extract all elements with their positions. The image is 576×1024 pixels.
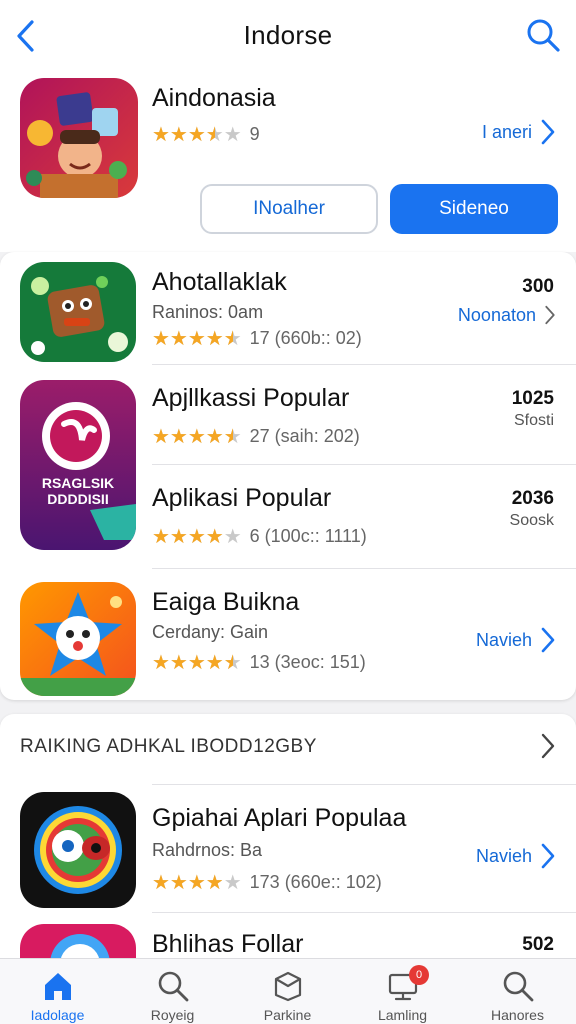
app-link-label: Navieh	[475, 629, 532, 650]
app-link-label: Navieh	[475, 845, 532, 866]
section-title[interactable]: RAIKING ADHKAL IBODD12GBY	[20, 736, 317, 758]
featured-link[interactable]: I aneri	[482, 118, 556, 146]
tab-label: Parkine	[263, 1007, 312, 1023]
app-name: Eaiga Buikna	[152, 588, 300, 616]
tab-box[interactable]: Parkine	[230, 959, 345, 1024]
primary-button[interactable]: Sideneo	[390, 184, 558, 234]
app-price-sub: Sfosti	[513, 412, 554, 429]
rating-count: 13 (3eoc: 151)	[249, 652, 366, 672]
app-name: Ahotallaklak	[152, 268, 287, 296]
chevron-right-icon	[545, 305, 555, 325]
notification-badge: 0	[409, 965, 429, 985]
star-rating: ★★★★★★★★★★	[152, 871, 242, 894]
app-price: 502	[522, 934, 554, 955]
chevron-right-icon	[541, 843, 555, 869]
secondary-button[interactable]: INoalher	[200, 184, 378, 234]
app-name: Gpiahai Aplari Populaa	[152, 804, 407, 832]
app-price: 1025	[511, 388, 554, 409]
star-rating: ★★★★★★★★★★	[152, 123, 242, 146]
tab-label: Lamling	[377, 1007, 428, 1023]
tab-home[interactable]: Iadolage	[0, 959, 115, 1024]
box-icon	[274, 971, 301, 1002]
app-name: Apjllkassi Popular	[152, 384, 350, 412]
chevron-right-icon	[541, 627, 555, 653]
tab-label: Royeig	[150, 1007, 195, 1023]
rating-count: 27 (saih: 202)	[249, 426, 360, 446]
home-icon	[44, 973, 71, 1000]
chevron-right-icon[interactable]	[540, 732, 556, 760]
star-rating: ★★★★★★★★★★	[152, 425, 242, 448]
rating-count: 17 (660b:: 02)	[249, 328, 362, 348]
list-item[interactable]: Eaiga Buikna Cerdany: Gain ★★★★★★★★★★ 13…	[0, 568, 576, 698]
app-subtitle: Raninos: 0am	[152, 302, 264, 322]
app-rating: ★★★★★★★★★★ 27 (saih: 202)	[152, 426, 360, 447]
app-subtitle: Rahdrnos: Ba	[152, 840, 263, 860]
rating-count: 6 (100c:: 1111)	[249, 526, 367, 546]
app-icon	[20, 262, 136, 362]
app-link[interactable]: Navieh	[476, 842, 556, 870]
app-price: 300	[522, 276, 554, 297]
divider	[152, 784, 576, 785]
star-rating: ★★★★★★★★★★	[152, 525, 242, 548]
featured-app-icon[interactable]	[20, 78, 138, 198]
app-link[interactable]: Navieh	[476, 626, 556, 654]
app-link[interactable]: Noonaton	[458, 304, 556, 326]
app-name: Bhlihas Follar	[152, 930, 304, 958]
star-rating: ★★★★★★★★★★	[152, 651, 242, 674]
list-item[interactable]: Aplikasi Popular ★★★★★★★★★★ 6 (100c:: 11…	[0, 464, 576, 568]
featured-link-label: I aneri	[481, 121, 532, 142]
list-item[interactable]: Ahotallaklak Raninos: 0am ★★★★★★★★★★ 17 …	[0, 252, 576, 364]
app-subtitle: Cerdany: Gain	[152, 622, 269, 642]
chevron-right-icon	[541, 119, 555, 145]
app-list-card: Ahotallaklak Raninos: 0am ★★★★★★★★★★ 17 …	[0, 252, 576, 700]
featured-rating: ★★★★★★★★★★ 9	[152, 124, 260, 145]
app-price: 2036	[511, 488, 554, 509]
app-rating: ★★★★★★★★★★ 13 (3eoc: 151)	[152, 652, 366, 673]
page-title: Indorse	[243, 20, 333, 50]
app-link-label: Noonaton	[457, 304, 536, 325]
app-icon	[20, 792, 136, 908]
navigation-bar: Indorse	[0, 0, 576, 72]
tab-bar: Iadolage Royeig Parkine 0 Lamling Hanore…	[0, 958, 576, 1024]
tab-search-alt[interactable]: Hanores	[460, 959, 575, 1024]
app-price-sub: Soosk	[509, 512, 554, 529]
tab-label: Iadolage	[30, 1007, 85, 1023]
app-rating: ★★★★★★★★★★ 17 (660b:: 02)	[152, 328, 362, 349]
app-rating: ★★★★★★★★★★ 6 (100c:: 1111)	[152, 526, 367, 547]
featured-app: Aindonasia ★★★★★★★★★★ 9 I aneri INoalher…	[0, 72, 576, 252]
list-item[interactable]: Gpiahai Aplari Populaa Rahdrnos: Ba ★★★★…	[0, 786, 576, 912]
tab-monitor[interactable]: 0 Lamling	[345, 959, 460, 1024]
search-icon	[158, 971, 188, 1002]
search-icon	[503, 971, 533, 1002]
rating-count: 173 (660e:: 102)	[249, 872, 382, 892]
search-icon[interactable]	[524, 16, 562, 54]
star-rating: ★★★★★★★★★★	[152, 327, 242, 350]
app-rating: ★★★★★★★★★★ 173 (660e:: 102)	[152, 872, 382, 893]
app-icon	[20, 582, 136, 696]
rating-count: 9	[249, 124, 260, 144]
ranking-section: RAIKING ADHKAL IBODD12GBY Gpiahai Aplari…	[0, 714, 576, 984]
tab-search[interactable]: Royeig	[115, 959, 230, 1024]
featured-app-name[interactable]: Aindonasia	[152, 84, 276, 113]
app-name: Aplikasi Popular	[152, 484, 332, 512]
tab-label: Hanores	[491, 1007, 544, 1023]
